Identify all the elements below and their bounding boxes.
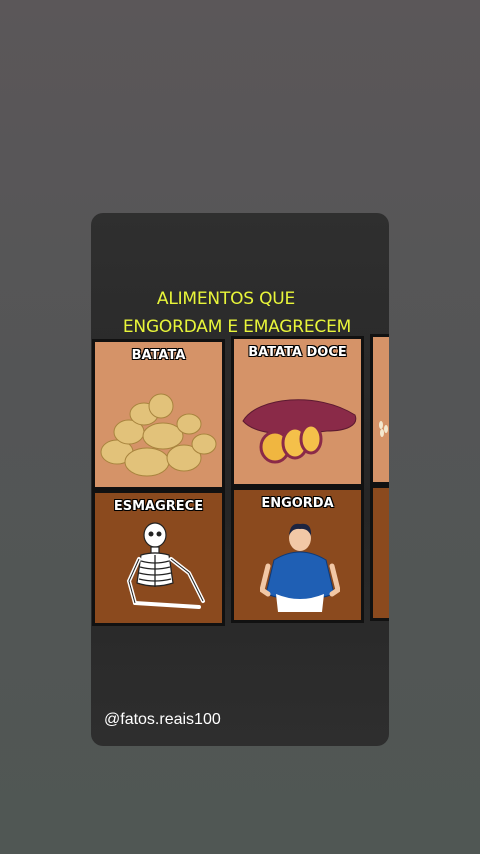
title-line-2: ENGORDAM E EMAGRECEM (122, 317, 352, 337)
panel-label-esmagrece: ESMAGRECE (113, 499, 204, 514)
panel-batata-doce: BATATA DOCE (231, 336, 364, 487)
potatoes-image (100, 393, 217, 477)
grain-icon (379, 421, 388, 437)
panel-partial-bottom (370, 485, 389, 621)
watermark-handle: @fatos.reais100 (104, 711, 221, 728)
panel-label-batata: BATATA (131, 348, 186, 363)
panel-partial-top (370, 334, 389, 485)
panel-engorda: ENGORDA (231, 487, 364, 623)
skeleton-image (126, 522, 205, 609)
video-card[interactable]: ALIMENTOS QUE ENGORDAM E EMAGRECEM BATAT… (91, 213, 389, 746)
panel-esmagrece: ESMAGRECE (92, 490, 225, 626)
title-line-1: ALIMENTOS QUE (156, 289, 296, 309)
overweight-man-image (260, 523, 340, 612)
sweet-potato-image (242, 399, 357, 464)
panel-label-batata-doce: BATATA DOCE (248, 345, 347, 360)
panel-label-engorda: ENGORDA (261, 496, 334, 511)
panel-batata: BATATA (92, 339, 225, 490)
